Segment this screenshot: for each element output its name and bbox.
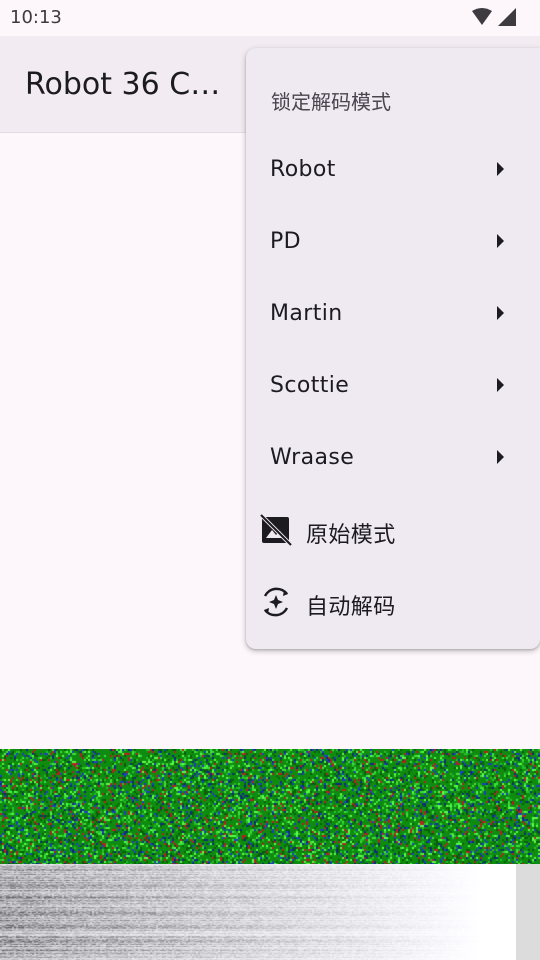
menu-item-label: PD: [270, 229, 302, 254]
decode-mode-menu: 锁定解码模式 Robot PD Martin Scottie Wraase 原始…: [246, 48, 540, 649]
menu-item-scottie[interactable]: Scottie: [246, 350, 540, 422]
menu-item-label: Martin: [270, 301, 343, 326]
signal-waterfall: [0, 749, 540, 864]
menu-item-label: Robot: [270, 157, 336, 182]
menu-item-wraase[interactable]: Wraase: [246, 422, 540, 494]
submenu-arrow-icon: [497, 234, 504, 248]
status-bar: 10:13: [0, 0, 540, 36]
submenu-arrow-icon: [497, 450, 504, 464]
signal-spectrum: [0, 864, 540, 960]
menu-item-label: Scottie: [270, 373, 350, 398]
menu-item-raw-mode[interactable]: 原始模式: [246, 494, 540, 566]
menu-item-auto-decode[interactable]: 自动解码: [246, 566, 540, 638]
spectrum-scrollbar[interactable]: [516, 864, 540, 960]
status-time: 10:13: [10, 7, 62, 28]
wifi-icon: [472, 8, 492, 25]
menu-item-label: 自动解码: [306, 595, 396, 620]
submenu-arrow-icon: [497, 378, 504, 392]
app-title: Robot 36 Co...: [25, 67, 235, 102]
menu-header: 锁定解码模式: [271, 90, 391, 114]
auto-decode-icon: [263, 587, 289, 617]
signal-icon: [498, 8, 516, 26]
menu-item-martin[interactable]: Martin: [246, 278, 540, 350]
status-icons: [472, 8, 516, 26]
menu-item-label: Wraase: [270, 445, 355, 470]
submenu-arrow-icon: [497, 306, 504, 320]
menu-item-robot[interactable]: Robot: [246, 134, 540, 206]
menu-item-pd[interactable]: PD: [246, 206, 540, 278]
submenu-arrow-icon: [497, 162, 504, 176]
hide-image-icon: [259, 513, 293, 547]
menu-item-label: 原始模式: [306, 523, 396, 548]
